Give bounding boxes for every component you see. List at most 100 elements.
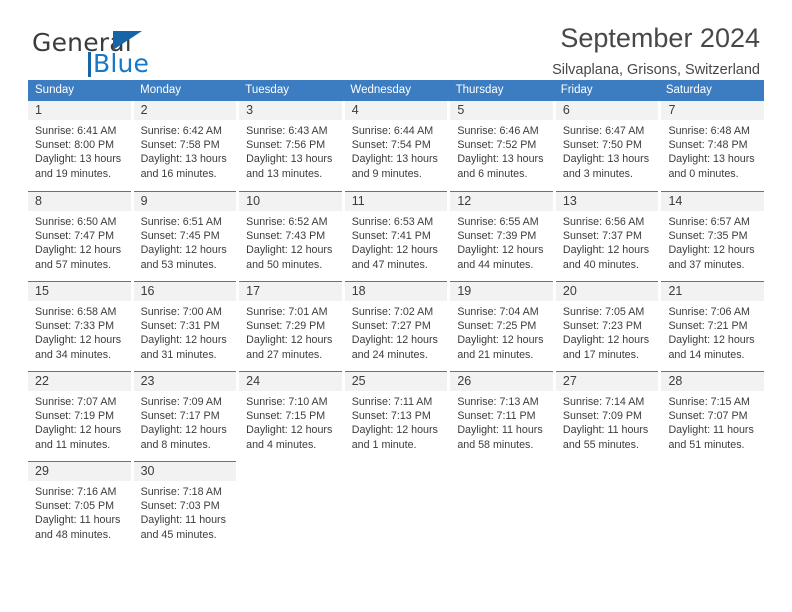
day-number: 18 — [351, 284, 366, 298]
page-subtitle: Silvaplana, Grisons, Switzerland — [552, 62, 760, 78]
day-number-band: 3 — [239, 101, 342, 120]
day-cell[interactable]: 3 Sunrise: 6:43 AM Sunset: 7:56 PM Dayli… — [239, 101, 342, 186]
day-cell[interactable]: 23 Sunrise: 7:09 AM Sunset: 7:17 PM Dayl… — [133, 371, 237, 456]
day-info: Sunrise: 7:11 AM Sunset: 7:13 PM Dayligh… — [345, 391, 448, 452]
sunrise-text: Sunrise: 7:15 AM — [668, 396, 750, 408]
day-cell[interactable]: 6 Sunrise: 6:47 AM Sunset: 7:50 PM Dayli… — [555, 101, 659, 186]
daylight-text-line2: and 34 minutes. — [35, 348, 112, 361]
day-cell[interactable]: 24 Sunrise: 7:10 AM Sunset: 7:15 PM Dayl… — [239, 371, 342, 456]
day-cell[interactable]: 14 Sunrise: 6:57 AM Sunset: 7:35 PM Dayl… — [661, 191, 765, 276]
daylight-text-line1: Daylight: 12 hours — [140, 244, 227, 257]
brand-triangle-icon — [113, 31, 142, 50]
sunset-text: Sunset: 7:52 PM — [457, 139, 537, 152]
sunrise-text: Sunrise: 7:06 AM — [668, 306, 750, 318]
sunset-text: Sunset: 7:56 PM — [246, 139, 326, 152]
day-cell[interactable]: 4 Sunrise: 6:44 AM Sunset: 7:54 PM Dayli… — [344, 101, 448, 186]
day-number: 30 — [140, 464, 155, 478]
day-cell[interactable]: 28 Sunrise: 7:15 AM Sunset: 7:07 PM Dayl… — [661, 371, 765, 456]
sunrise-text: Sunrise: 6:55 AM — [457, 216, 539, 228]
day-cell[interactable]: 13 Sunrise: 6:56 AM Sunset: 7:37 PM Dayl… — [555, 191, 659, 276]
day-cell[interactable]: 25 Sunrise: 7:11 AM Sunset: 7:13 PM Dayl… — [344, 371, 448, 456]
sunset-text: Sunset: 7:48 PM — [668, 139, 748, 152]
brand-logo[interactable]: General Blue — [32, 28, 292, 80]
day-cell[interactable]: 16 Sunrise: 7:00 AM Sunset: 7:31 PM Dayl… — [133, 281, 237, 366]
day-cell[interactable]: 7 Sunrise: 6:48 AM Sunset: 7:48 PM Dayli… — [661, 101, 765, 186]
sunset-text: Sunset: 7:07 PM — [668, 410, 748, 423]
sunrise-text: Sunrise: 6:43 AM — [246, 125, 328, 137]
day-number-band: 26 — [450, 372, 553, 391]
sunrise-text: Sunrise: 7:09 AM — [140, 396, 222, 408]
day-cell[interactable]: 21 Sunrise: 7:06 AM Sunset: 7:21 PM Dayl… — [661, 281, 765, 366]
sunrise-text: Sunrise: 7:18 AM — [140, 486, 222, 498]
day-number: 24 — [246, 374, 261, 388]
daylight-text-line2: and 55 minutes. — [562, 438, 639, 451]
day-number-band — [556, 462, 659, 481]
daylight-text-line1: Daylight: 12 hours — [562, 334, 650, 347]
day-cell[interactable]: 18 Sunrise: 7:02 AM Sunset: 7:27 PM Dayl… — [344, 281, 448, 366]
day-cell[interactable]: 5 Sunrise: 6:46 AM Sunset: 7:52 PM Dayli… — [450, 101, 553, 186]
day-cell[interactable]: 29 Sunrise: 7:16 AM Sunset: 7:05 PM Dayl… — [28, 461, 131, 546]
day-cell[interactable]: 15 Sunrise: 6:58 AM Sunset: 7:33 PM Dayl… — [28, 281, 131, 366]
day-cell[interactable]: 22 Sunrise: 7:07 AM Sunset: 7:19 PM Dayl… — [28, 371, 131, 456]
day-info: Sunrise: 6:42 AM Sunset: 7:58 PM Dayligh… — [134, 120, 237, 181]
day-cell[interactable]: 9 Sunrise: 6:51 AM Sunset: 7:45 PM Dayli… — [133, 191, 237, 276]
day-number: 15 — [35, 284, 49, 298]
daylight-text-line2: and 44 minutes. — [457, 258, 534, 271]
day-cell[interactable]: 8 Sunrise: 6:50 AM Sunset: 7:47 PM Dayli… — [28, 191, 131, 276]
day-cell[interactable]: 27 Sunrise: 7:14 AM Sunset: 7:09 PM Dayl… — [555, 371, 659, 456]
sunrise-text: Sunrise: 6:41 AM — [35, 125, 117, 137]
sunrise-text: Sunrise: 7:16 AM — [35, 486, 117, 498]
sunset-text: Sunset: 7:09 PM — [562, 410, 642, 423]
day-cell[interactable]: 12 Sunrise: 6:55 AM Sunset: 7:39 PM Dayl… — [450, 191, 553, 276]
sunset-text: Sunset: 7:15 PM — [246, 410, 326, 423]
calendar-page: General Blue September 2024 Silvaplana, … — [0, 0, 792, 612]
sunrise-text: Sunrise: 6:47 AM — [562, 125, 645, 137]
daylight-text-line1: Daylight: 12 hours — [668, 244, 755, 257]
daylight-text-line1: Daylight: 12 hours — [246, 244, 333, 257]
day-cell[interactable]: 20 Sunrise: 7:05 AM Sunset: 7:23 PM Dayl… — [555, 281, 659, 366]
day-number-band: 7 — [661, 101, 765, 120]
page-title: September 2024 — [560, 23, 760, 53]
day-info: Sunrise: 6:52 AM Sunset: 7:43 PM Dayligh… — [239, 211, 342, 272]
sunrise-text: Sunrise: 6:46 AM — [457, 125, 539, 137]
day-cell-empty — [556, 461, 659, 546]
day-cell-empty — [661, 461, 764, 546]
sunset-text: Sunset: 7:17 PM — [140, 410, 220, 423]
daylight-text-line1: Daylight: 12 hours — [246, 334, 333, 347]
day-cell[interactable]: 10 Sunrise: 6:52 AM Sunset: 7:43 PM Dayl… — [239, 191, 342, 276]
sunset-text: Sunset: 7:33 PM — [35, 320, 115, 333]
daylight-text-line2: and 53 minutes. — [140, 258, 217, 271]
daylight-text-line1: Daylight: 11 hours — [457, 424, 543, 437]
day-number-band: 12 — [450, 192, 553, 211]
day-info: Sunrise: 6:44 AM Sunset: 7:54 PM Dayligh… — [345, 120, 448, 181]
daylight-text-line2: and 9 minutes. — [351, 167, 422, 180]
sunrise-text: Sunrise: 6:53 AM — [351, 216, 434, 228]
sunrise-text: Sunrise: 7:04 AM — [457, 306, 539, 318]
day-number: 11 — [351, 194, 365, 208]
sunset-text: Sunset: 7:23 PM — [562, 320, 642, 333]
weekday-header-monday: Monday — [140, 84, 182, 96]
day-cell[interactable]: 2 Sunrise: 6:42 AM Sunset: 7:58 PM Dayli… — [133, 101, 237, 186]
sunrise-text: Sunrise: 6:50 AM — [35, 216, 117, 228]
day-info: Sunrise: 7:18 AM Sunset: 7:03 PM Dayligh… — [134, 481, 237, 542]
sunset-text: Sunset: 7:50 PM — [562, 139, 642, 152]
day-info: Sunrise: 6:41 AM Sunset: 8:00 PM Dayligh… — [28, 120, 131, 181]
sunset-text: Sunset: 8:00 PM — [35, 139, 115, 152]
week-row: 15 Sunrise: 6:58 AM Sunset: 7:33 PM Dayl… — [28, 281, 765, 366]
day-number-band: 10 — [239, 192, 342, 211]
sunset-text: Sunset: 7:03 PM — [140, 500, 220, 513]
day-cell[interactable]: 1 Sunrise: 6:41 AM Sunset: 8:00 PM Dayli… — [28, 101, 131, 186]
day-info: Sunrise: 6:47 AM Sunset: 7:50 PM Dayligh… — [556, 120, 659, 181]
day-number: 5 — [457, 103, 465, 117]
day-cell[interactable]: 26 Sunrise: 7:13 AM Sunset: 7:11 PM Dayl… — [450, 371, 553, 456]
day-cell[interactable]: 19 Sunrise: 7:04 AM Sunset: 7:25 PM Dayl… — [450, 281, 553, 366]
sunset-text: Sunset: 7:47 PM — [35, 230, 115, 243]
day-info: Sunrise: 6:50 AM Sunset: 7:47 PM Dayligh… — [28, 211, 131, 272]
day-number: 1 — [35, 103, 42, 117]
day-number: 2 — [140, 103, 148, 117]
day-cell[interactable]: 11 Sunrise: 6:53 AM Sunset: 7:41 PM Dayl… — [344, 191, 448, 276]
week-row: 29 Sunrise: 7:16 AM Sunset: 7:05 PM Dayl… — [28, 461, 764, 546]
day-cell[interactable]: 17 Sunrise: 7:01 AM Sunset: 7:29 PM Dayl… — [239, 281, 342, 366]
day-cell[interactable]: 30 Sunrise: 7:18 AM Sunset: 7:03 PM Dayl… — [133, 461, 237, 546]
day-info: Sunrise: 7:15 AM Sunset: 7:07 PM Dayligh… — [661, 391, 764, 452]
